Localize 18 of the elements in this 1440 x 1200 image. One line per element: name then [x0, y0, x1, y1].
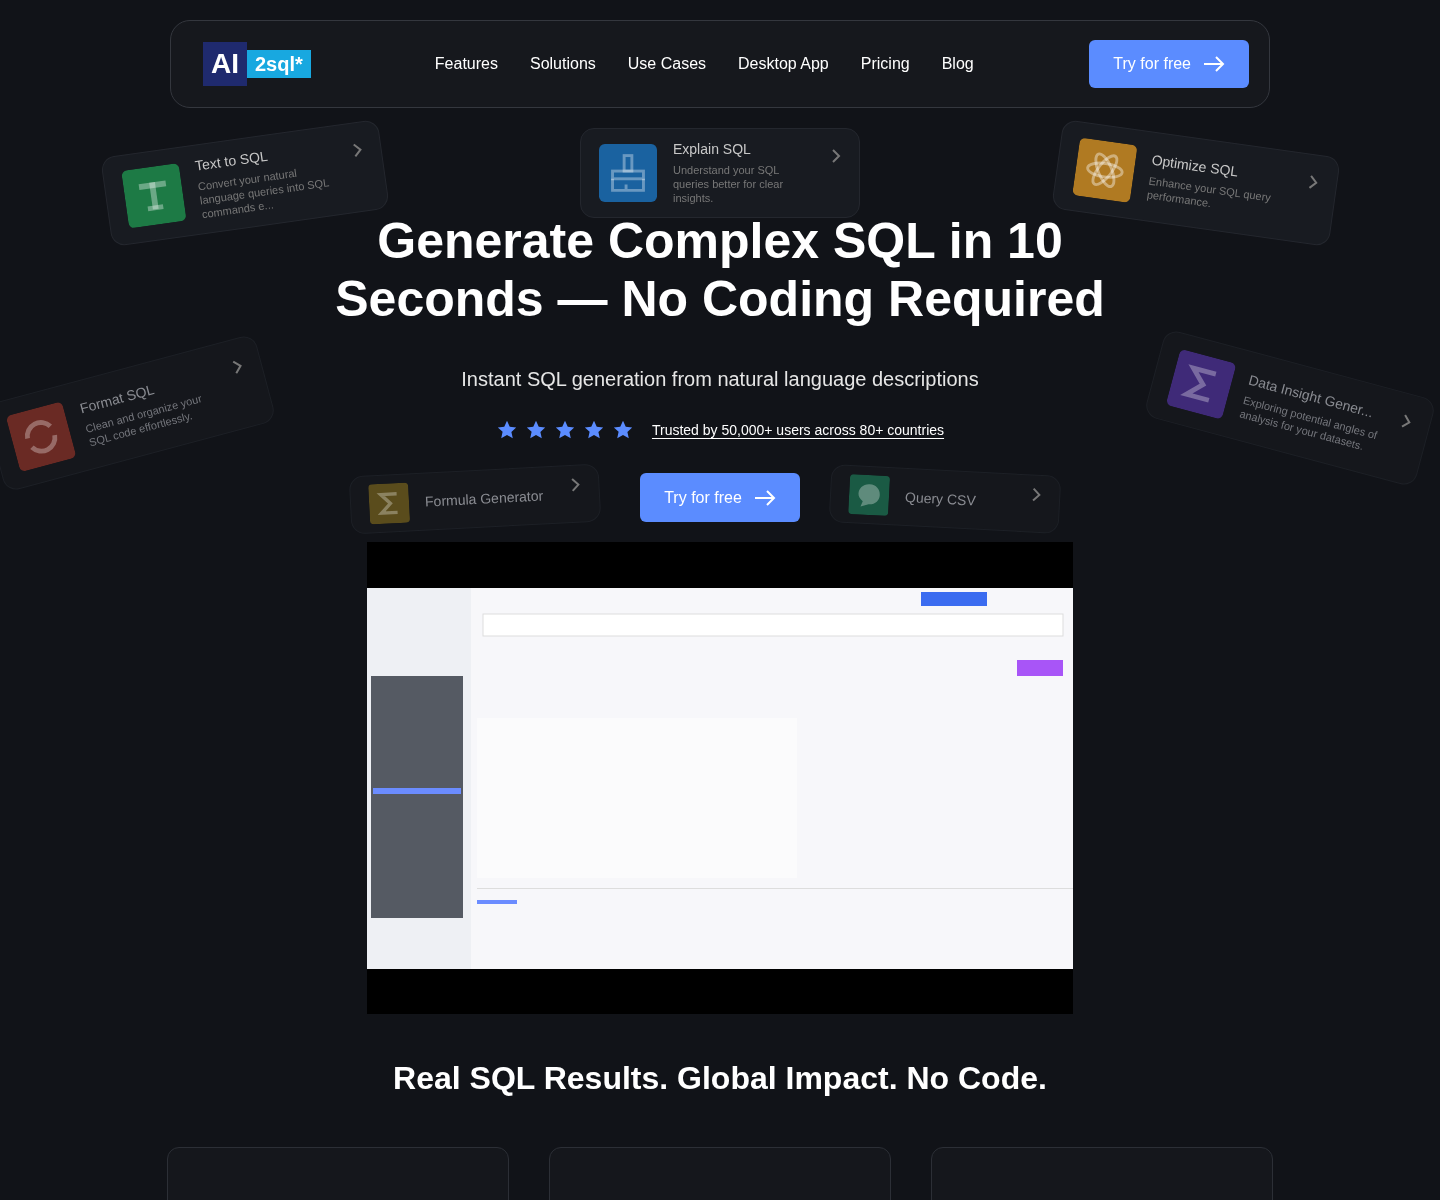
hero-subtitle: Instant SQL generation from natural language descriptions [461, 368, 979, 391]
nav-link[interactable]: Features [434, 55, 498, 73]
feature-card[interactable]: Query CSV [828, 464, 1062, 534]
feature-card[interactable]: Explain SQL Understand your SQL queries better for clear insights. [580, 128, 860, 218]
nav-link[interactable]: Solutions [529, 55, 596, 73]
nav-link[interactable]: Blog [941, 55, 974, 73]
nav-link[interactable]: Pricing [860, 55, 910, 73]
feature-title: Query CSV [904, 488, 978, 511]
logo[interactable]: AI 2sql* [203, 42, 311, 86]
section-heading: Real SQL Results. Global Impact. No Code. [393, 1060, 1047, 1097]
nav-link[interactable]: Use Cases [627, 55, 707, 73]
feature-card[interactable]: Formula Generator [348, 463, 602, 535]
feature-title: Formula Generator [424, 486, 545, 510]
feature-description: Understand your SQL queries better for clear insights. [673, 163, 785, 205]
feature-title: Explain SQL [673, 141, 752, 157]
feature-title: Text to SQL [194, 146, 269, 174]
nav-link[interactable]: Desktop App [738, 55, 829, 73]
trust-link[interactable]: Trusted by 50,000+ users across 80+ countries [651, 422, 945, 438]
